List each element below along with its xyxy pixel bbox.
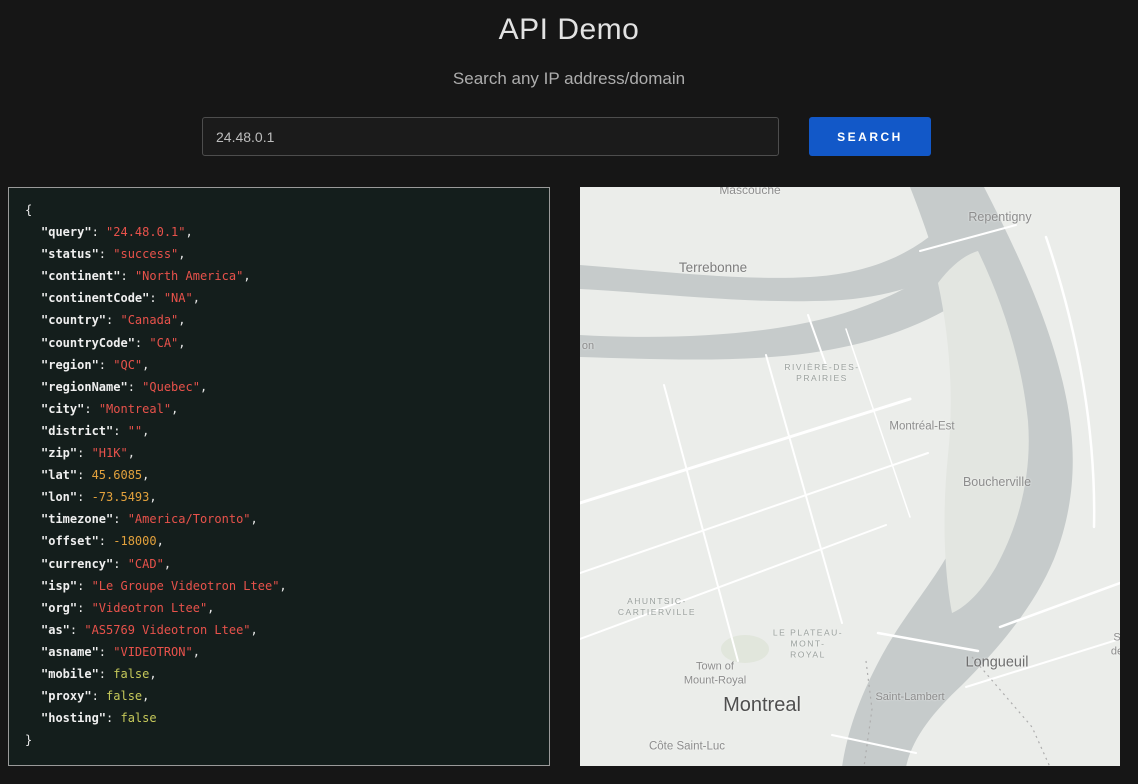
json-line-continent: "continent": "North America",: [25, 265, 541, 287]
page-subtitle: Search any IP address/domain: [0, 69, 1138, 89]
json-line-org: "org": "Videotron Ltee",: [25, 597, 541, 619]
json-line-continentCode: "continentCode": "NA",: [25, 287, 541, 309]
json-line-hosting: "hosting": false: [25, 707, 541, 729]
json-line-proxy: "proxy": false,: [25, 685, 541, 707]
json-line-offset: "offset": -18000,: [25, 530, 541, 552]
json-line-zip: "zip": "H1K",: [25, 442, 541, 464]
json-line-timezone: "timezone": "America/Toronto",: [25, 508, 541, 530]
json-line-country: "country": "Canada",: [25, 309, 541, 331]
map-canvas: [580, 187, 1120, 766]
map-park: [721, 635, 769, 663]
page-title: API Demo: [0, 13, 1138, 47]
json-line-city: "city": "Montreal",: [25, 398, 541, 420]
json-response-panel: { "query": "24.48.0.1","status": "succes…: [8, 187, 550, 766]
json-line-as: "as": "AS5769 Videotron Ltee",: [25, 619, 541, 641]
json-line-lon: "lon": -73.5493,: [25, 486, 541, 508]
json-line-asname: "asname": "VIDEOTRON",: [25, 641, 541, 663]
json-line-query: "query": "24.48.0.1",: [25, 221, 541, 243]
json-open-brace: {: [25, 199, 541, 221]
json-line-isp: "isp": "Le Groupe Videotron Ltee",: [25, 575, 541, 597]
map[interactable]: MascoucheRepentignyTerrebonneonRIVIÈRE-D…: [580, 187, 1120, 766]
json-line-lat: "lat": 45.6085,: [25, 464, 541, 486]
json-viewer-body: "query": "24.48.0.1","status": "success"…: [25, 221, 541, 729]
search-button[interactable]: SEARCH: [809, 117, 931, 156]
json-line-district: "district": "",: [25, 420, 541, 442]
json-line-countryCode: "countryCode": "CA",: [25, 332, 541, 354]
json-line-status: "status": "success",: [25, 243, 541, 265]
json-line-currency: "currency": "CAD",: [25, 553, 541, 575]
json-close-brace: }: [25, 729, 541, 751]
search-input[interactable]: [202, 117, 779, 156]
json-line-regionName: "regionName": "Quebec",: [25, 376, 541, 398]
json-line-mobile: "mobile": false,: [25, 663, 541, 685]
json-line-region: "region": "QC",: [25, 354, 541, 376]
